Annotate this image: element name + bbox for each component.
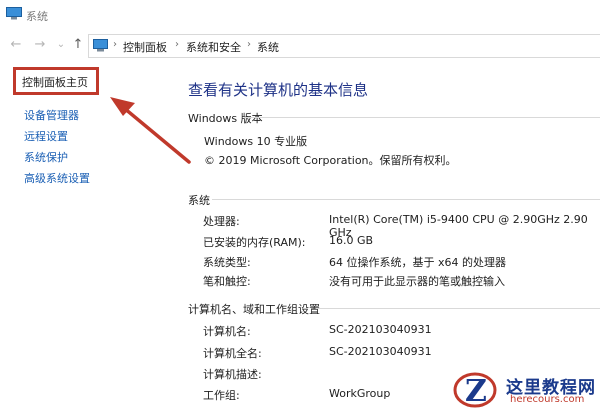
windows-edition-value: Windows 10 专业版	[204, 135, 308, 148]
computer-name-label: 计算机名:	[203, 325, 251, 338]
computer-name-value: SC-202103040931	[329, 323, 432, 336]
section-divider	[212, 199, 600, 200]
forward-arrow-icon[interactable]: →	[32, 36, 48, 54]
system-heading: 系统	[188, 194, 210, 207]
svg-text:Z: Z	[465, 374, 487, 409]
pen-touch-value: 没有可用于此显示器的笔或触控输入	[329, 275, 505, 288]
breadcrumb-separator: ›	[247, 39, 251, 50]
watermark-logo-icon: Z	[453, 372, 497, 409]
system-type-value: 64 位操作系统，基于 x64 的处理器	[329, 256, 506, 269]
pen-touch-label: 笔和触控:	[203, 275, 251, 288]
navigation-bar: ← → ⌄ ↑ › 控制面板 › 系统和安全 › 系统	[0, 32, 600, 60]
recent-locations-chevron-icon[interactable]: ⌄	[53, 36, 69, 54]
back-arrow-icon[interactable]: ←	[8, 36, 24, 54]
up-arrow-icon[interactable]: ↑	[70, 36, 86, 54]
breadcrumb-system-security[interactable]: 系统和安全	[186, 39, 241, 55]
section-divider	[244, 117, 600, 118]
sidebar-item-advanced-settings[interactable]: 高级系统设置	[24, 170, 90, 186]
sidebar-item-system-protection[interactable]: 系统保护	[24, 149, 68, 165]
ram-label: 已安装的内存(RAM):	[203, 236, 306, 249]
page-title: 查看有关计算机的基本信息	[188, 81, 369, 99]
control-panel-icon	[93, 39, 108, 52]
workgroup-value: WorkGroup	[329, 387, 391, 400]
system-window-icon	[6, 7, 22, 20]
system-type-label: 系统类型:	[203, 256, 251, 269]
window-title: 系统	[26, 10, 48, 23]
section-divider	[316, 308, 600, 309]
breadcrumb-control-panel[interactable]: 控制面板	[123, 39, 167, 55]
copyright-text: © 2019 Microsoft Corporation。保留所有权利。	[204, 154, 457, 167]
full-computer-name-value: SC-202103040931	[329, 345, 432, 358]
title-bar: 系统	[0, 0, 600, 30]
full-computer-name-label: 计算机全名:	[203, 347, 262, 360]
ram-value: 16.0 GB	[329, 234, 374, 247]
breadcrumb-system[interactable]: 系统	[257, 39, 279, 55]
sidebar-item-remote-settings[interactable]: 远程设置	[24, 128, 68, 144]
breadcrumb-separator: ›	[175, 39, 179, 50]
control-panel-home-link[interactable]: 控制面板主页	[22, 74, 88, 90]
computer-description-label: 计算机描述:	[203, 368, 262, 381]
windows-edition-heading: Windows 版本	[188, 112, 263, 125]
processor-label: 处理器:	[203, 215, 240, 228]
computer-name-heading: 计算机名、域和工作组设置	[188, 303, 320, 316]
sidebar-item-device-manager[interactable]: 设备管理器	[24, 107, 79, 123]
address-bar[interactable]: › 控制面板 › 系统和安全 › 系统	[88, 34, 600, 58]
watermark-url: herecours.com	[510, 394, 585, 405]
breadcrumb-separator: ›	[113, 39, 117, 50]
workgroup-label: 工作组:	[203, 389, 240, 402]
